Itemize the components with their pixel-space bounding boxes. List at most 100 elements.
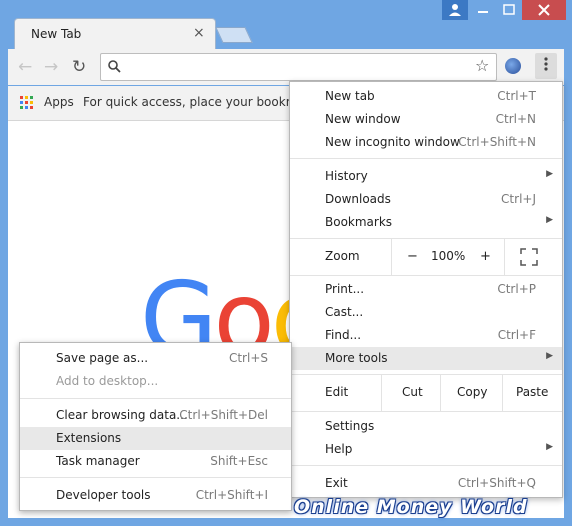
submenu-item-extensions[interactable]: Extensions	[20, 427, 291, 450]
address-bar[interactable]: ☆	[100, 53, 497, 81]
menu-label: Extensions	[56, 431, 122, 445]
apps-link[interactable]: Apps	[44, 95, 74, 109]
menu-item-cast[interactable]: Cast...	[290, 301, 562, 324]
paste-button[interactable]: Paste	[516, 385, 548, 399]
menu-label: History	[325, 169, 368, 183]
copy-button[interactable]: Copy	[457, 385, 487, 399]
menu-label: New tab	[325, 89, 375, 103]
zoom-in-button[interactable]: +	[480, 249, 491, 264]
menu-item-new-window[interactable]: New window Ctrl+N	[290, 108, 562, 131]
menu-separator	[290, 238, 562, 239]
tab-close-icon[interactable]: ×	[193, 25, 205, 41]
menu-shortcut: Ctrl+T	[497, 89, 536, 103]
submenu-item-clear-browsing-data[interactable]: Clear browsing data... Ctrl+Shift+Del	[20, 404, 291, 427]
menu-label: Task manager	[56, 454, 140, 468]
tab-title: New Tab	[31, 27, 82, 41]
menu-item-more-tools[interactable]: More tools ▶	[290, 347, 562, 370]
edit-divider	[502, 374, 503, 412]
menu-label: Save page as...	[56, 351, 149, 365]
menu-label: Bookmarks	[325, 215, 393, 229]
forward-icon[interactable]: →	[44, 57, 58, 77]
menu-shortcut: Ctrl+J	[501, 192, 536, 206]
menu-item-downloads[interactable]: Downloads Ctrl+J	[290, 188, 562, 211]
watermark: Online Money World	[292, 496, 570, 524]
menu-label: New incognito window	[325, 135, 460, 149]
toolbar: ← → ↻ ☆	[8, 49, 564, 85]
menu-shortcut: Ctrl+F	[497, 328, 536, 342]
menu-shortcut: Ctrl+P	[497, 282, 536, 296]
menu-label: Settings	[325, 419, 375, 433]
menu-label: Exit	[325, 476, 348, 490]
menu-shortcut: Ctrl+N	[495, 112, 536, 126]
menu-item-find[interactable]: Find... Ctrl+F	[290, 324, 562, 347]
person-icon	[449, 4, 461, 16]
menu-item-bookmarks[interactable]: Bookmarks ▶	[290, 211, 562, 234]
menu-item-new-tab[interactable]: New tab Ctrl+T	[290, 85, 562, 108]
bookmark-star-icon[interactable]: ☆	[475, 56, 489, 75]
submenu-item-save-page[interactable]: Save page as... Ctrl+S	[20, 347, 291, 370]
menu-label: Edit	[325, 385, 349, 399]
zoom-out-button[interactable]: −	[407, 249, 418, 264]
menu-item-zoom: Zoom − 100% +	[290, 238, 562, 275]
menu-item-print[interactable]: Print... Ctrl+P	[290, 278, 562, 301]
menu-separator	[290, 374, 562, 375]
submenu-arrow-icon: ▶	[546, 215, 553, 225]
menu-label: Cast...	[325, 305, 364, 319]
edit-divider	[440, 374, 441, 412]
menu-shortcut: Ctrl+Shift+N	[458, 135, 536, 149]
edit-divider	[381, 374, 382, 412]
menu-label: Help	[325, 442, 353, 456]
more-vert-icon	[544, 55, 548, 73]
menu-separator	[290, 158, 562, 159]
menu-label: Print...	[325, 282, 365, 296]
menu-label: New window	[325, 112, 401, 126]
maximize-button[interactable]	[496, 0, 522, 20]
zoom-level: 100%	[431, 249, 466, 263]
menu-separator	[20, 398, 291, 399]
menu-item-exit[interactable]: Exit Ctrl+Shift+Q	[290, 472, 562, 495]
menu-label: Zoom	[325, 249, 360, 263]
fullscreen-icon[interactable]	[520, 248, 538, 266]
menu-item-history[interactable]: History ▶	[290, 165, 562, 188]
menu-shortcut: Ctrl+S	[228, 351, 268, 365]
maximize-icon	[503, 4, 515, 15]
bookmarks-hint: For quick access, place your bookmarks	[83, 95, 323, 109]
menu-shortcut: Ctrl+Shift+Del	[179, 408, 268, 422]
menu-label: More tools	[325, 351, 388, 365]
menu-label: Find...	[325, 328, 362, 342]
minimize-button[interactable]	[470, 0, 496, 20]
submenu-arrow-icon: ▶	[546, 351, 553, 361]
watermark-text: Online Money World	[294, 496, 528, 518]
menu-separator	[290, 411, 562, 412]
menu-separator	[290, 275, 562, 276]
close-window-button[interactable]	[522, 0, 566, 20]
submenu-item-add-to-desktop: Add to desktop...	[20, 370, 291, 393]
menu-item-new-incognito[interactable]: New incognito window Ctrl+Shift+N	[290, 131, 562, 154]
back-icon[interactable]: ←	[18, 57, 32, 77]
tab-new-tab[interactable]: New Tab ×	[14, 18, 216, 49]
menu-label: Downloads	[325, 192, 391, 206]
chrome-menu-button[interactable]	[535, 53, 557, 79]
submenu-item-task-manager[interactable]: Task manager Shift+Esc	[20, 450, 291, 473]
menu-item-settings[interactable]: Settings	[290, 415, 562, 438]
more-tools-submenu: Save page as... Ctrl+S Add to desktop...…	[19, 342, 292, 511]
menu-separator	[20, 477, 291, 478]
menu-label: Developer tools	[56, 488, 151, 502]
menu-item-edit: Edit Cut Copy Paste	[290, 374, 562, 412]
minimize-icon	[478, 11, 488, 13]
menu-label: Add to desktop...	[56, 374, 159, 388]
menu-item-help[interactable]: Help ▶	[290, 438, 562, 461]
extension-globe-icon[interactable]	[505, 58, 521, 74]
apps-grid-icon[interactable]	[20, 96, 34, 110]
menu-shortcut: Ctrl+Shift+I	[195, 488, 268, 502]
profile-button[interactable]	[442, 0, 468, 20]
menu-shortcut: Shift+Esc	[210, 454, 268, 468]
chrome-main-menu: New tab Ctrl+T New window Ctrl+N New inc…	[289, 81, 563, 498]
submenu-item-developer-tools[interactable]: Developer tools Ctrl+Shift+I	[20, 484, 291, 507]
zoom-divider	[504, 238, 505, 275]
menu-label: Clear browsing data...	[56, 408, 188, 422]
close-icon	[538, 4, 550, 16]
submenu-arrow-icon: ▶	[546, 169, 553, 179]
cut-button[interactable]: Cut	[402, 385, 423, 399]
reload-icon[interactable]: ↻	[72, 57, 86, 77]
